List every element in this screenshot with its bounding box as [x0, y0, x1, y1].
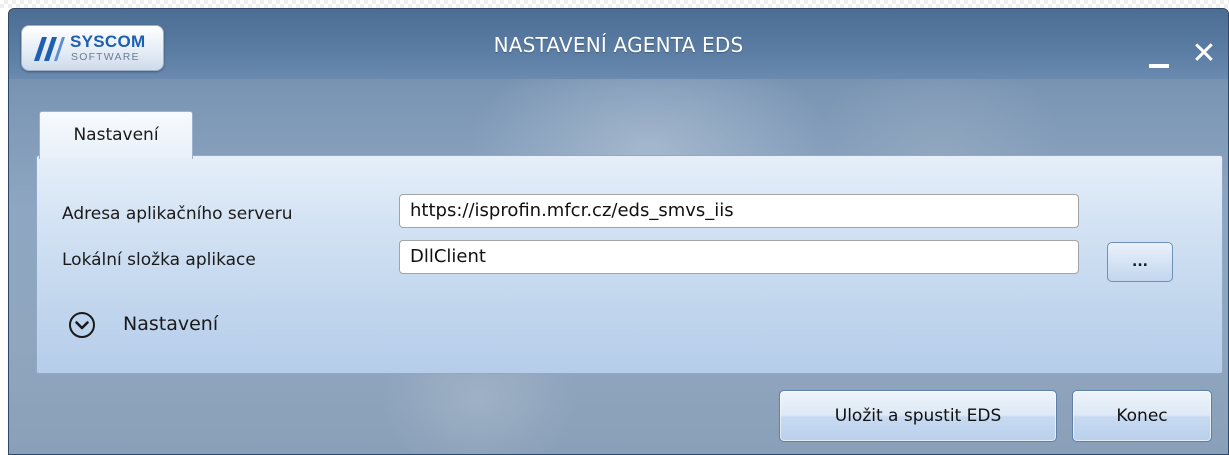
local-folder-input[interactable]: DllClient — [399, 240, 1079, 274]
local-folder-label: Lokální složka aplikace — [62, 250, 256, 270]
exit-button[interactable]: Konec — [1072, 390, 1212, 442]
close-button[interactable]: ✕ — [1189, 39, 1219, 69]
transparent-edge — [0, 0, 1229, 8]
window-title: NASTAVENÍ AGENTA EDS — [493, 33, 744, 57]
server-address-input[interactable]: https://isprofin.mfcr.cz/eds_smvs_iis — [399, 194, 1079, 228]
save-and-start-button[interactable]: Uložit a spustit EDS — [779, 390, 1057, 442]
chevron-down-circle-icon — [69, 312, 95, 338]
browse-button[interactable]: ... — [1107, 242, 1173, 282]
server-address-label: Adresa aplikačního serveru — [62, 204, 293, 224]
tab-nastaveni[interactable]: Nastavení — [39, 111, 193, 159]
settings-panel: Adresa aplikačního serveru https://ispro… — [36, 155, 1223, 374]
title-bar[interactable]: SYSCOM SOFTWARE NASTAVENÍ AGENTA EDS ✕ — [9, 9, 1228, 79]
minimize-icon — [1149, 64, 1169, 68]
settings-window: SYSCOM SOFTWARE NASTAVENÍ AGENTA EDS ✕ N… — [8, 8, 1229, 455]
minimize-button[interactable] — [1145, 45, 1175, 75]
expander-label: Nastavení — [123, 313, 219, 335]
